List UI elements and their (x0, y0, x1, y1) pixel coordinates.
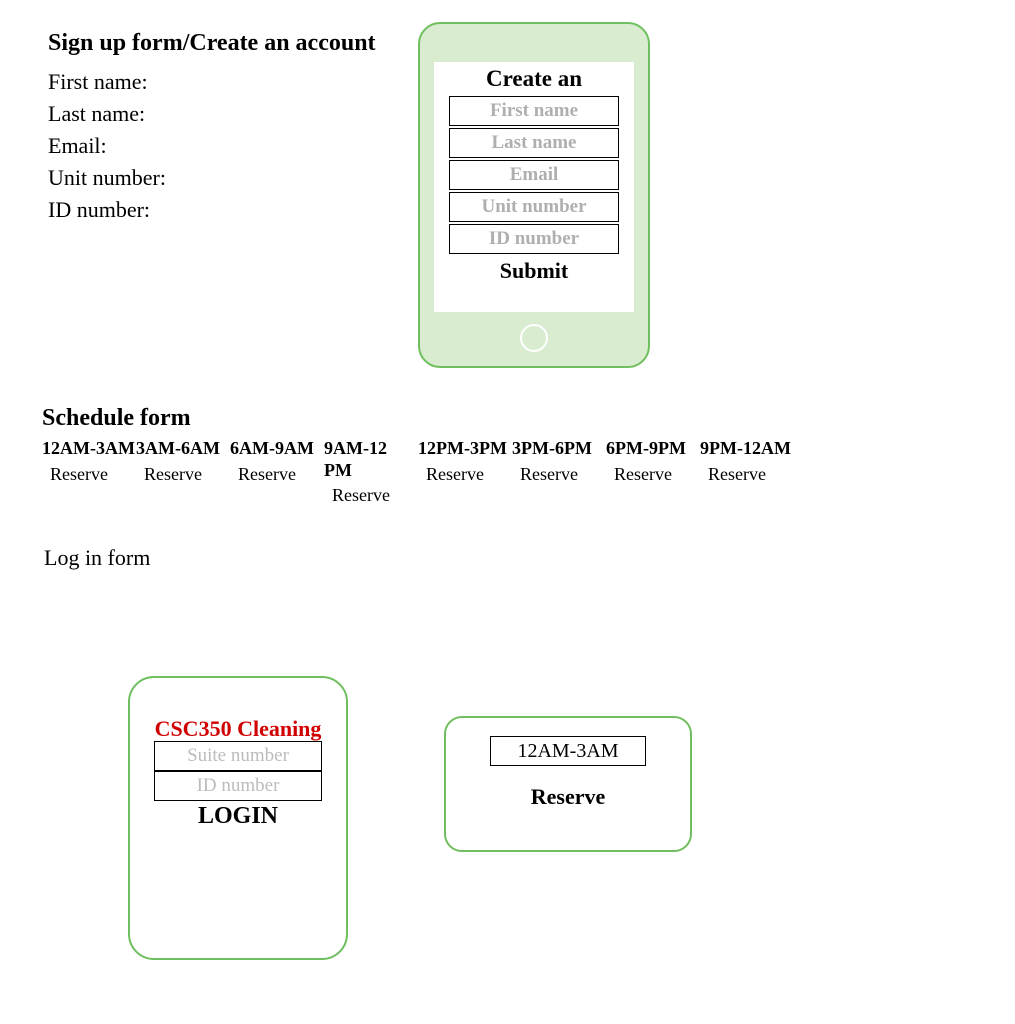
login-heading: Log in form (44, 545, 150, 571)
phone-home-icon (520, 324, 548, 352)
label-last-name: Last name: (48, 98, 166, 130)
slot-time: 9AM-12 PM (324, 438, 418, 481)
reserve-button[interactable]: Reserve (42, 460, 136, 485)
email-field[interactable] (449, 160, 619, 190)
signup-heading: Sign up form/Create an account (48, 30, 376, 57)
label-unit-number: Unit number: (48, 162, 166, 194)
reserve-card-button[interactable]: Reserve (446, 766, 690, 810)
schedule-slot: 12PM-3PM Reserve (418, 438, 512, 506)
schedule-heading: Schedule form (42, 405, 191, 432)
slot-time: 9PM-12AM (700, 438, 794, 460)
login-id-field[interactable] (154, 771, 322, 801)
label-id-number: ID number: (48, 194, 166, 226)
reserve-button[interactable]: Reserve (418, 460, 512, 485)
schedule-slot: 6AM-9AM Reserve (230, 438, 324, 506)
signup-labels: First name: Last name: Email: Unit numbe… (48, 66, 166, 225)
reserve-button[interactable]: Reserve (606, 460, 700, 485)
reserve-button[interactable]: Reserve (230, 460, 324, 485)
schedule-slot: 9PM-12AM Reserve (700, 438, 794, 506)
reserve-card: 12AM-3AM Reserve (444, 716, 692, 852)
slot-time: 6AM-9AM (230, 438, 324, 460)
phone-screen: Create an Submit (434, 62, 634, 312)
reserve-button[interactable]: Reserve (324, 481, 418, 506)
login-button[interactable]: LOGIN (130, 801, 346, 830)
last-name-field[interactable] (449, 128, 619, 158)
slot-time: 3AM-6AM (136, 438, 230, 460)
reserve-button[interactable]: Reserve (512, 460, 606, 485)
schedule-slot: 3PM-6PM Reserve (512, 438, 606, 506)
reserve-button[interactable]: Reserve (136, 460, 230, 485)
first-name-field[interactable] (449, 96, 619, 126)
schedule-slot: 9AM-12 PM Reserve (324, 438, 418, 506)
label-first-name: First name: (48, 66, 166, 98)
reserve-button[interactable]: Reserve (700, 460, 794, 485)
slot-time: 12PM-3PM (418, 438, 512, 460)
suite-number-field[interactable] (154, 741, 322, 771)
brand-title: CSC350 Cleaning (130, 678, 346, 741)
phone-mockup: Create an Submit (418, 22, 650, 368)
schedule-slot: 12AM-3AM Reserve (42, 438, 136, 506)
slot-time: 6PM-9PM (606, 438, 700, 460)
slot-time: 3PM-6PM (512, 438, 606, 460)
slot-time: 12AM-3AM (42, 438, 136, 460)
label-email: Email: (48, 130, 166, 162)
schedule-slot: 3AM-6AM Reserve (136, 438, 230, 506)
schedule-grid: 12AM-3AM Reserve 3AM-6AM Reserve 6AM-9AM… (42, 438, 794, 506)
create-account-title: Create an (434, 62, 634, 94)
submit-button[interactable]: Submit (434, 256, 634, 284)
schedule-slot: 6PM-9PM Reserve (606, 438, 700, 506)
id-number-field[interactable] (449, 224, 619, 254)
login-card: CSC350 Cleaning LOGIN (128, 676, 348, 960)
reserve-time-display: 12AM-3AM (490, 736, 646, 766)
unit-number-field[interactable] (449, 192, 619, 222)
